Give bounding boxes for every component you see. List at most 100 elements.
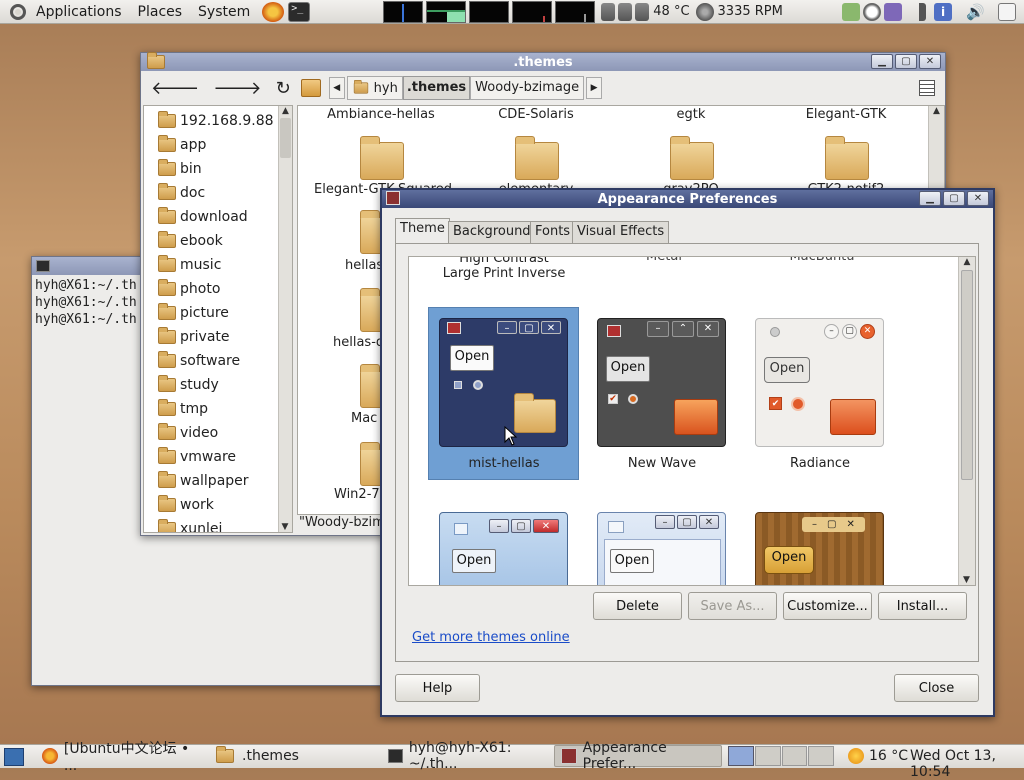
tab-visual-effects[interactable]: Visual Effects (572, 221, 670, 243)
sidebar-item[interactable]: download (158, 205, 292, 229)
sidebar-item[interactable]: vmware (158, 445, 292, 469)
tab-background[interactable]: Background (448, 221, 536, 243)
theme-label[interactable]: Metal (599, 257, 729, 264)
menu-applications[interactable]: Applications (28, 0, 130, 24)
scroll-up-arrow-icon[interactable]: ▲ (959, 257, 975, 267)
menu-system[interactable]: System (190, 0, 258, 24)
reload-icon[interactable]: ↻ (276, 78, 291, 99)
clock[interactable]: Wed Oct 13, 10:54 (910, 748, 1024, 780)
ubuntu-logo-icon[interactable] (10, 3, 26, 20)
folder-label[interactable]: hellas-d (333, 335, 384, 350)
folder-label[interactable]: Win2-7( (334, 487, 385, 502)
sidebar-item[interactable]: tmp (158, 397, 292, 421)
signal-strength-icon[interactable] (908, 2, 926, 21)
sidebar-item[interactable]: video (158, 421, 292, 445)
weather-sun-icon[interactable] (848, 748, 864, 764)
workspace-switcher[interactable] (728, 746, 834, 766)
folder-label[interactable]: egtk (636, 107, 746, 122)
get-more-themes-link[interactable]: Get more themes online (412, 630, 570, 645)
theme-preview-partial[interactable]: – ▢ ✕ Open (755, 512, 884, 585)
install-button[interactable]: Install... (878, 592, 967, 620)
scroll-up-arrow-icon[interactable]: ▲ (279, 106, 292, 116)
close-button[interactable]: ✕ (967, 191, 989, 206)
weather-temperature[interactable]: 16 °C (869, 748, 908, 764)
scroll-thumb[interactable] (280, 118, 291, 158)
scroll-down-arrow-icon[interactable]: ▼ (959, 575, 974, 585)
task-appearance[interactable]: Appearance Prefer... (554, 740, 722, 772)
path-button-woody[interactable]: Woody-bzimage (470, 76, 585, 100)
theme-label[interactable]: Radiance (755, 456, 885, 471)
menu-places[interactable]: Places (130, 0, 191, 24)
minimize-button[interactable]: ▁ (871, 54, 893, 69)
view-list-icon[interactable] (919, 80, 935, 96)
file-manager-titlebar[interactable]: .themes ▁ ▢ ✕ (141, 52, 945, 71)
close-dialog-button[interactable]: Close (894, 674, 979, 702)
delete-button[interactable]: Delete (593, 592, 682, 620)
theme-label[interactable]: High Contrast Large Print Inverse (439, 257, 569, 281)
scroll-up-arrow-icon[interactable]: ▲ (929, 106, 944, 116)
appearance-titlebar[interactable]: Appearance Preferences ▁ ▢ ✕ (382, 190, 993, 208)
show-desktop-icon[interactable] (4, 747, 24, 766)
hardware-sensor-icon[interactable] (601, 2, 616, 21)
scroll-down-arrow-icon[interactable]: ▼ (279, 522, 291, 532)
path-left-arrow-icon[interactable]: ◀ (328, 77, 345, 99)
sidebar-item[interactable]: music (158, 253, 292, 277)
workspace-4[interactable] (808, 746, 834, 766)
sidebar-item[interactable]: private (158, 325, 292, 349)
path-right-arrow-icon[interactable]: ▶ (586, 77, 603, 99)
customize-button[interactable]: Customize... (783, 592, 872, 620)
sidebar-item[interactable]: xunlei (158, 517, 292, 532)
folder-label[interactable]: Elegant-GTK (791, 107, 901, 122)
back-arrow-icon[interactable]: 🡐 (151, 78, 199, 99)
browser-launcher-icon[interactable] (262, 1, 285, 22)
maximize-button[interactable]: ▢ (895, 54, 917, 69)
folder-icon[interactable] (360, 136, 404, 180)
home-icon[interactable] (300, 79, 321, 97)
close-button[interactable]: ✕ (919, 54, 941, 69)
task-terminal[interactable]: hyh@hyh-X61: ~/.th... (382, 740, 552, 772)
hardware-sensor-icon-2[interactable] (618, 2, 633, 21)
folder-icon[interactable] (515, 136, 559, 180)
info-icon[interactable]: i (934, 2, 952, 21)
tab-fonts[interactable]: Fonts (530, 221, 576, 243)
forward-arrow-icon[interactable]: 🡒 (213, 78, 261, 99)
sidebar-item[interactable]: photo (158, 277, 292, 301)
clock-applet-icon[interactable] (863, 2, 881, 21)
folder-label[interactable]: CDE-Solaris (481, 107, 591, 122)
sidebar-item[interactable]: picture (158, 301, 292, 325)
scroll-thumb[interactable] (961, 270, 973, 480)
folder-icon[interactable] (670, 136, 714, 180)
workspace-3[interactable] (781, 746, 808, 766)
sidebar-item[interactable]: bin (158, 157, 292, 181)
network-map-icon[interactable] (842, 2, 860, 21)
minimize-button[interactable]: ▁ (919, 191, 941, 206)
hardware-sensor-icon-3[interactable] (635, 2, 650, 21)
tab-theme[interactable]: Theme (395, 218, 450, 244)
sidebar-item[interactable]: doc (158, 181, 292, 205)
folder-label[interactable]: Mac (351, 411, 377, 426)
help-button[interactable]: Help (395, 674, 480, 702)
save-as-button[interactable]: Save As... (688, 592, 777, 620)
sidebar-item[interactable]: app (158, 133, 292, 157)
theme-label[interactable]: New Wave (597, 456, 727, 471)
sidebar-item[interactable]: software (158, 349, 292, 373)
folder-label[interactable]: hellas (345, 258, 383, 273)
theme-preview-radiance[interactable]: – ▢ ✕ Open ✔ (755, 318, 884, 447)
mail-envelope-icon[interactable] (998, 2, 1016, 21)
theme-preview-partial[interactable]: – ▢ ✕ Open (439, 512, 568, 585)
maximize-button[interactable]: ▢ (943, 191, 965, 206)
workspace-1[interactable] (728, 746, 754, 766)
task-file-manager[interactable]: .themes (210, 745, 378, 767)
sidebar-scrollbar[interactable]: ▲ ▼ (278, 106, 292, 532)
sidebar-item[interactable]: wallpaper (158, 469, 292, 493)
workspace-2[interactable] (754, 746, 781, 766)
volume-icon[interactable]: 🔊 (966, 3, 985, 21)
path-button-themes[interactable]: .themes (402, 76, 471, 100)
sidebar-item[interactable]: 192.168.9.88 (158, 109, 292, 133)
theme-preview-new-wave[interactable]: – ⌃ ✕ Open ✔ (597, 318, 726, 447)
terminal-launcher-icon[interactable]: >_ (288, 1, 311, 22)
theme-preview-partial[interactable]: – ▢ ✕ Open (597, 512, 726, 585)
theme-list-scrollbar[interactable]: ▲ ▼ (958, 257, 975, 585)
sidebar-item[interactable]: study (158, 373, 292, 397)
folder-label[interactable]: Ambiance-hellas (326, 107, 436, 122)
